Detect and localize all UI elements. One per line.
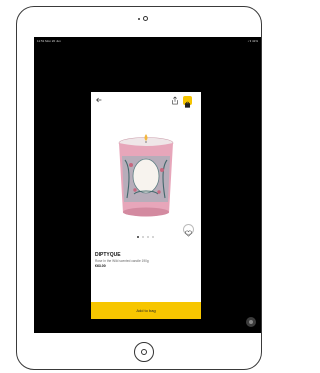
favourite-heart-icon[interactable]	[183, 224, 194, 237]
carousel-dot[interactable]	[152, 236, 154, 238]
status-bar: 11:51 Mon 20 Jun • ▾ 41%	[37, 39, 258, 45]
status-time-date: 11:51 Mon 20 Jun	[37, 39, 61, 43]
add-to-bag-button[interactable]: Add to bag	[91, 302, 201, 319]
sensor-dot	[138, 18, 140, 20]
product-card: DIPTYQUE Rose In the Wild scented candle…	[91, 92, 201, 319]
back-arrow-icon[interactable]	[95, 96, 103, 104]
shopping-bag-icon[interactable]	[183, 96, 192, 108]
carousel-dot[interactable]	[147, 236, 149, 238]
share-icon[interactable]	[171, 96, 179, 105]
product-top-bar	[91, 92, 201, 110]
status-indicators: • ▾ 41%	[247, 39, 258, 43]
candle-product-image[interactable]	[91, 110, 201, 230]
carousel-dot[interactable]	[142, 236, 144, 238]
product-description: Rose In the Wild scented candle 190g	[95, 259, 149, 263]
product-brand: DIPTYQUE	[95, 252, 121, 258]
carousel-indicator	[137, 236, 154, 238]
carousel-dot[interactable]	[137, 236, 139, 238]
home-button[interactable]	[134, 342, 154, 362]
device-screen: 11:51 Mon 20 Jun • ▾ 41% DIPTYQUE Rose I…	[34, 37, 261, 333]
product-price: €63.00	[95, 264, 106, 268]
home-button-inner	[141, 349, 147, 355]
assistive-touch-button[interactable]	[246, 317, 256, 327]
front-camera	[143, 16, 148, 21]
